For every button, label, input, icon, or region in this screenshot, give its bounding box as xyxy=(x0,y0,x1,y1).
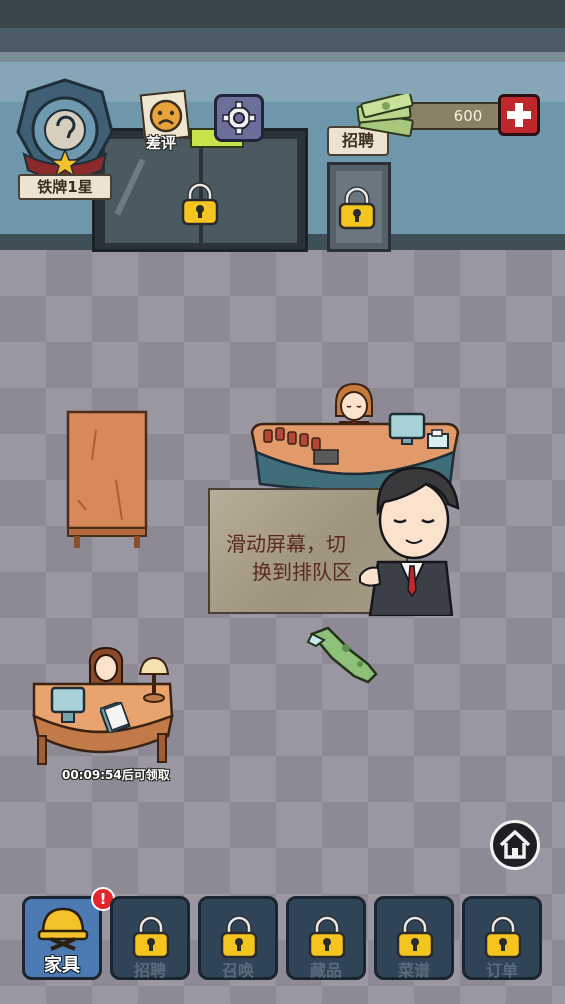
bottom-nav: 家具 ! 招聘 召唤 藏品 菜谱 订单 xyxy=(0,886,565,1004)
cash-register-icon xyxy=(427,429,449,449)
nav-item-collection[interactable]: 藏品 xyxy=(286,896,366,980)
nav-item-label: 订单 xyxy=(485,961,518,980)
lock-icon xyxy=(308,915,346,959)
hardhat-icon xyxy=(37,907,89,951)
lock-icon xyxy=(484,915,522,959)
lock-icon xyxy=(338,186,376,230)
document-icon xyxy=(100,702,131,732)
lock-icon xyxy=(181,182,219,226)
lock-icon xyxy=(220,915,258,959)
nav-item-label: 家具 xyxy=(44,955,80,976)
nav-item-summon[interactable]: 召唤 xyxy=(198,896,278,980)
currency-amount: 600 xyxy=(453,107,483,125)
rank-badge[interactable]: 铁牌1星 xyxy=(12,76,118,206)
plus-icon xyxy=(507,103,531,127)
nav-item-label: 菜谱 xyxy=(397,961,430,980)
timer-text: 00:09:54后可领取 xyxy=(62,768,170,782)
bad-review-button[interactable]: 差评 xyxy=(138,89,194,154)
home-button[interactable] xyxy=(490,820,540,870)
rank-shield-icon xyxy=(16,78,114,182)
sad-face-icon xyxy=(149,99,183,133)
settings-button[interactable] xyxy=(214,94,264,142)
cash-stack-icon xyxy=(356,94,414,138)
nav-item-orders[interactable]: 订单 xyxy=(462,896,542,980)
computer-monitor-icon xyxy=(388,412,426,445)
lock-icon xyxy=(396,915,434,959)
rank-label: 铁牌1星 xyxy=(37,178,93,196)
nav-item-label: 召唤 xyxy=(221,961,254,980)
lamp-icon xyxy=(138,656,170,703)
nav-item-recipes[interactable]: 菜谱 xyxy=(374,896,454,980)
add-currency-button[interactable] xyxy=(498,94,540,136)
dialog-text-line2: 换到排队区 xyxy=(252,560,352,584)
nav-item-label: 招聘 xyxy=(133,961,166,980)
bad-review-label: 差评 xyxy=(146,134,177,152)
computer-monitor-icon xyxy=(50,686,86,723)
zombie-arm-icon xyxy=(306,626,378,684)
nav-item-furniture[interactable]: 家具 ! xyxy=(22,887,115,980)
nav-item-label: 藏品 xyxy=(309,961,342,980)
dialog-text-line1: 滑动屏幕，切 xyxy=(226,532,346,556)
wooden-table[interactable] xyxy=(66,410,148,550)
game-screen[interactable]: 招聘 铁牌1星 差评 600 滑动屏幕，切 换到排队区 00:09:54后可领取… xyxy=(0,0,565,1004)
manager-character xyxy=(356,458,466,618)
currency-bar: 600 xyxy=(404,102,504,130)
home-icon xyxy=(499,830,531,859)
nav-item-recruit[interactable]: 招聘 xyxy=(110,896,190,980)
gear-icon xyxy=(222,101,256,135)
lock-icon xyxy=(132,915,170,959)
